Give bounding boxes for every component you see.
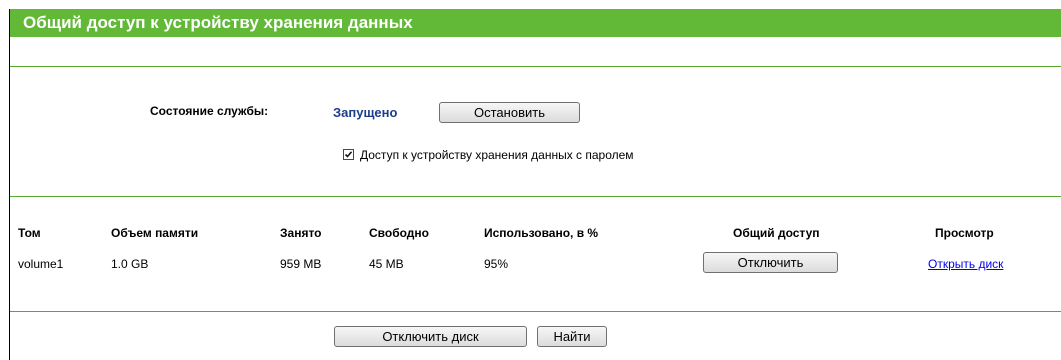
page-title: Общий доступ к устройству хранения данны… bbox=[10, 9, 1061, 37]
header-free: Свободно bbox=[369, 226, 429, 240]
cell-used-percent: 95% bbox=[484, 257, 509, 271]
header-volume: Том bbox=[18, 226, 41, 240]
service-status-label: Состояние службы: bbox=[150, 104, 269, 118]
password-access-label: Доступ к устройству хранения данных с па… bbox=[360, 148, 634, 162]
header-capacity: Объем памяти bbox=[111, 226, 199, 240]
cell-capacity: 1.0 GB bbox=[111, 257, 149, 271]
header-view: Просмотр bbox=[935, 226, 994, 240]
page-frame: Общий доступ к устройству хранения данны… bbox=[9, 9, 1061, 360]
divider-middle bbox=[10, 196, 1061, 197]
eject-disk-button[interactable]: Отключить диск bbox=[334, 326, 527, 347]
title-band bbox=[10, 37, 1061, 46]
cell-used: 959 MB bbox=[280, 257, 322, 271]
password-access-checkbox[interactable] bbox=[343, 149, 354, 160]
header-used: Занято bbox=[280, 226, 322, 240]
disable-sharing-button[interactable]: Отключить bbox=[703, 252, 838, 273]
checkmark-icon bbox=[344, 151, 353, 158]
open-disk-link[interactable]: Открыть диск bbox=[928, 257, 1003, 271]
stop-service-button[interactable]: Остановить bbox=[439, 102, 580, 123]
cell-free: 45 MB bbox=[369, 257, 404, 271]
header-sharing: Общий доступ bbox=[733, 226, 820, 240]
header-used-percent: Использовано, в % bbox=[484, 226, 599, 240]
divider-top bbox=[10, 66, 1061, 67]
service-status-value: Запущено bbox=[333, 105, 398, 120]
cell-volume: volume1 bbox=[18, 257, 64, 271]
divider-bottom bbox=[10, 311, 1061, 312]
scan-button[interactable]: Найти bbox=[537, 326, 607, 347]
